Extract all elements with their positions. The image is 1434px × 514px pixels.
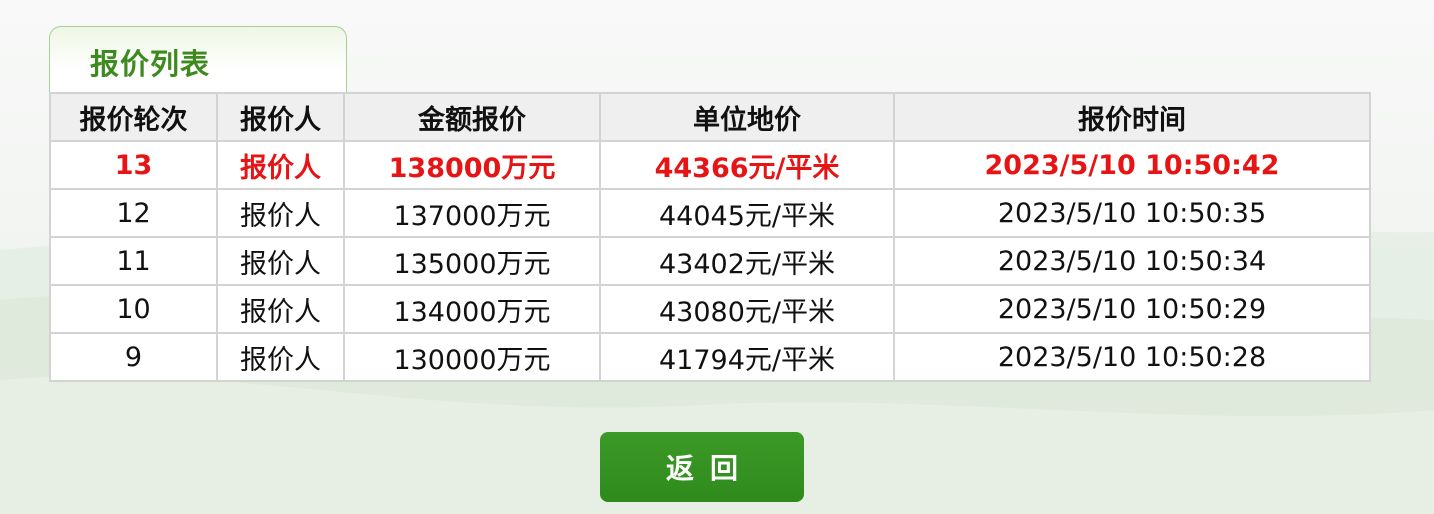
table-row: 9 报价人 130000万元 41794元/平米 2023/5/10 10:50… xyxy=(49,332,1371,382)
cell-unit-price: 41794元/平米 xyxy=(599,332,895,382)
quote-table: 报价轮次 报价人 金额报价 单位地价 报价时间 13 报价人 138000万元 … xyxy=(49,92,1371,382)
cell-time: 2023/5/10 10:50:28 xyxy=(893,332,1371,382)
table-row: 10 报价人 134000万元 43080元/平米 2023/5/10 10:5… xyxy=(49,284,1371,334)
panel-tab: 报价列表 xyxy=(49,26,347,92)
cell-unit-price: 43080元/平米 xyxy=(599,284,895,334)
cell-unit-price: 44366元/平米 xyxy=(599,140,895,190)
cell-unit-price: 43402元/平米 xyxy=(599,236,895,286)
header-time: 报价时间 xyxy=(893,92,1371,142)
cell-round: 13 xyxy=(49,140,218,190)
table-header-row: 报价轮次 报价人 金额报价 单位地价 报价时间 xyxy=(49,92,1371,142)
cell-bidder: 报价人 xyxy=(216,140,345,190)
cell-bidder: 报价人 xyxy=(216,188,345,238)
cell-round: 11 xyxy=(49,236,218,286)
cell-amount: 134000万元 xyxy=(343,284,601,334)
table-row: 11 报价人 135000万元 43402元/平米 2023/5/10 10:5… xyxy=(49,236,1371,286)
cell-time: 2023/5/10 10:50:42 xyxy=(893,140,1371,190)
cell-round: 12 xyxy=(49,188,218,238)
header-bidder: 报价人 xyxy=(216,92,345,142)
cell-time: 2023/5/10 10:50:34 xyxy=(893,236,1371,286)
table-row: 12 报价人 137000万元 44045元/平米 2023/5/10 10:5… xyxy=(49,188,1371,238)
cell-amount: 138000万元 xyxy=(343,140,601,190)
cell-amount: 135000万元 xyxy=(343,236,601,286)
cell-bidder: 报价人 xyxy=(216,284,345,334)
cell-round: 9 xyxy=(49,332,218,382)
cell-amount: 130000万元 xyxy=(343,332,601,382)
cell-unit-price: 44045元/平米 xyxy=(599,188,895,238)
cell-time: 2023/5/10 10:50:35 xyxy=(893,188,1371,238)
header-unit-price: 单位地价 xyxy=(599,92,895,142)
panel-title: 报价列表 xyxy=(90,47,211,81)
cell-bidder: 报价人 xyxy=(216,236,345,286)
header-amount: 金额报价 xyxy=(343,92,601,142)
cell-amount: 137000万元 xyxy=(343,188,601,238)
cell-round: 10 xyxy=(49,284,218,334)
header-round: 报价轮次 xyxy=(49,92,218,142)
table-row: 13 报价人 138000万元 44366元/平米 2023/5/10 10:5… xyxy=(49,140,1371,190)
cell-time: 2023/5/10 10:50:29 xyxy=(893,284,1371,334)
back-button[interactable]: 返回 xyxy=(600,432,804,502)
cell-bidder: 报价人 xyxy=(216,332,345,382)
